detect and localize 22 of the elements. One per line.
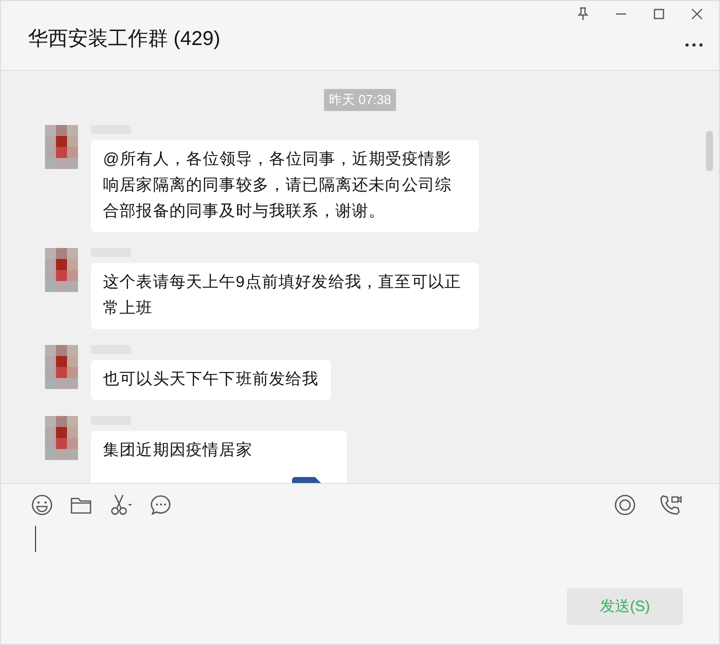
maximize-icon[interactable] [653,8,665,20]
emoji-icon[interactable] [31,494,53,516]
message-bubble: @所有人，各位领导，各位同事，近期受疫情影响居家隔离的同事较多，请已隔离还未向公司综合部报备的同事及时与我联系，谢谢。 [91,140,479,232]
file-card[interactable]: 集团近期因疫情居家 [91,431,347,483]
pin-icon[interactable] [577,7,589,21]
message-bubble: 这个表请每天上午9点前填好发给我，直至可以正常上班 [91,263,479,329]
close-icon[interactable] [691,8,703,20]
video-call-icon[interactable] [659,494,683,516]
window-title: 华西安装工作群 (429) [28,27,220,52]
live-icon[interactable] [614,494,636,516]
avatar [45,416,78,460]
scissors-icon[interactable] [109,494,133,516]
message-bubble: 也可以头天下午下班前发给我 [91,360,331,400]
avatar [45,125,78,169]
scrollbar-thumb[interactable] [706,131,713,171]
avatar [45,345,78,389]
file-name: 集团近期因疫情居家 [103,440,252,461]
timestamp: 昨天 07:38 [324,89,396,111]
more-icon[interactable] [685,42,703,46]
avatar [45,248,78,292]
folder-icon[interactable] [70,495,92,515]
chat-bubble-icon[interactable] [150,494,172,516]
